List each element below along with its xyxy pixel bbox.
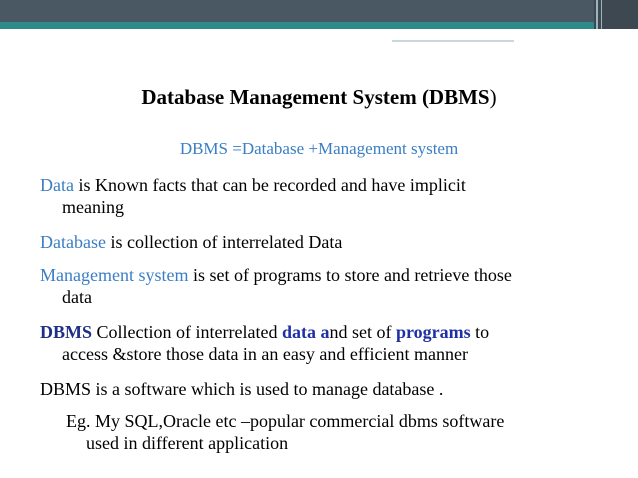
slide-subtitle: DBMS =Database +Management system bbox=[179, 139, 459, 158]
dbms-software-statement: DBMS is a software which is used to mana… bbox=[40, 379, 444, 399]
definition-data-cont: meaning bbox=[62, 197, 124, 217]
corner-decoration bbox=[594, 0, 638, 29]
term-database: Database bbox=[40, 232, 106, 252]
example-dbms: Eg. My SQL,Oracle etc –popular commercia… bbox=[66, 410, 616, 454]
header-band bbox=[0, 0, 638, 22]
definition-dbms-cont: access &store those data in an easy and … bbox=[62, 344, 469, 364]
definition-dbms-text1: Collection of interrelated bbox=[92, 322, 282, 342]
term-dbms: DBMS bbox=[40, 322, 93, 342]
term-management-system: Management system bbox=[40, 265, 189, 285]
slide-title-close: ) bbox=[489, 85, 497, 109]
slide-title-text: Database Management System (DBMS bbox=[141, 85, 490, 109]
accent-line bbox=[392, 40, 514, 42]
definition-data: Data is Known facts that can be recorded… bbox=[40, 174, 615, 218]
definition-management-system: Management system is set of programs to … bbox=[40, 264, 615, 308]
definition-dbms: DBMS Collection of interrelated data and… bbox=[40, 321, 615, 365]
definition-management-system-cont: data bbox=[62, 287, 92, 307]
keyword-programs: programs bbox=[395, 322, 471, 342]
example-line1: Eg. My SQL,Oracle etc –popular commercia… bbox=[66, 411, 505, 431]
definition-database: Database is collection of interrelated D… bbox=[40, 231, 615, 253]
definition-dbms-text2: nd set of bbox=[329, 322, 396, 342]
example-line2: used in different application bbox=[86, 433, 289, 453]
definition-dbms-text3: to bbox=[470, 322, 490, 342]
definition-database-text: is collection of interrelated Data bbox=[105, 232, 343, 252]
slide-title: Database Management System (DBMS) bbox=[0, 85, 638, 110]
term-data: Data bbox=[40, 175, 74, 195]
header-stripe bbox=[0, 22, 638, 29]
definition-data-text: is Known facts that can be recorded and … bbox=[73, 175, 466, 195]
definition-management-system-text: is set of programs to store and retrieve… bbox=[188, 265, 512, 285]
keyword-data: data a bbox=[281, 322, 330, 342]
